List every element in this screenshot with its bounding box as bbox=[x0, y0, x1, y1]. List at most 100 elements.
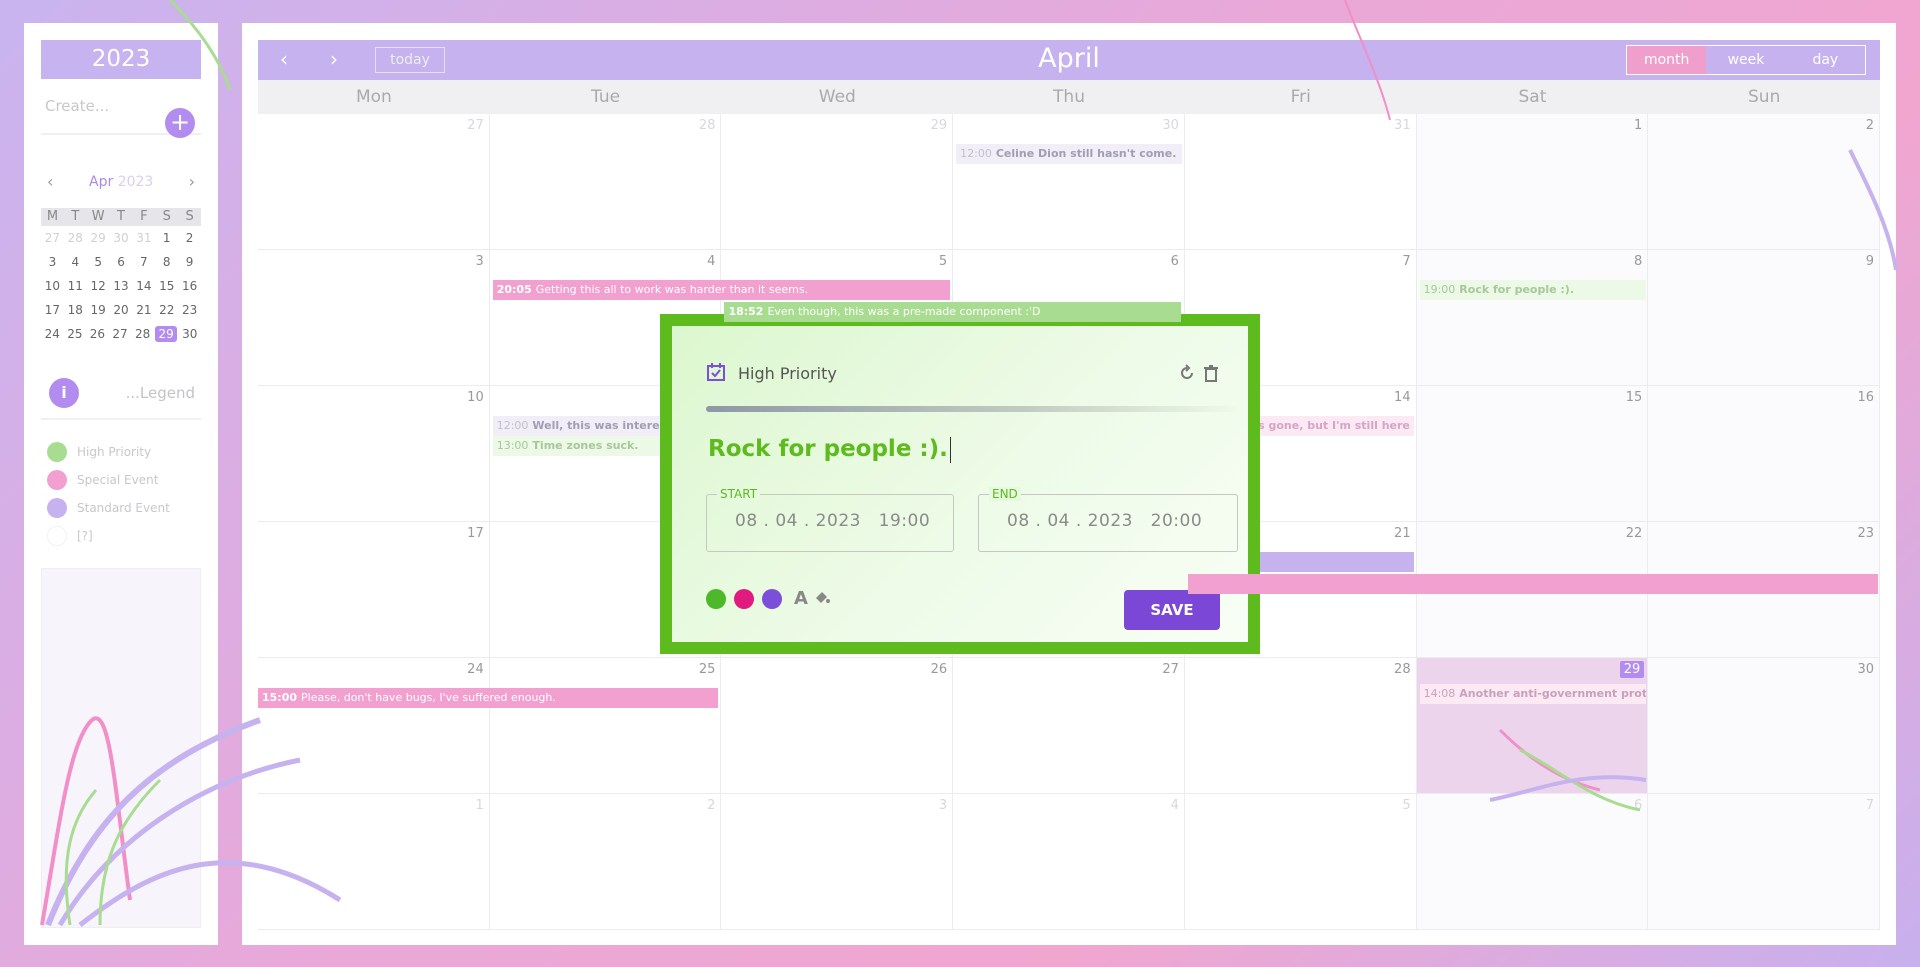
day-cell[interactable]: 30 bbox=[1648, 658, 1881, 793]
day-cell-today[interactable]: 29 14:08Another anti-government protest? bbox=[1416, 658, 1649, 793]
day-cell[interactable]: 8 19:00 Rock for people :). bbox=[1416, 250, 1649, 385]
day-cell[interactable]: 15 bbox=[1416, 386, 1649, 521]
mini-day[interactable]: 11 bbox=[64, 274, 87, 298]
mini-day[interactable]: 20 bbox=[110, 298, 133, 322]
day-cell[interactable]: 7 bbox=[1648, 794, 1881, 929]
mini-day[interactable]: 26 bbox=[86, 322, 109, 346]
mini-day[interactable]: 5 bbox=[87, 250, 110, 274]
mini-day[interactable]: 8 bbox=[155, 250, 178, 274]
day-cell[interactable]: 9 bbox=[1648, 250, 1881, 385]
calendar-event[interactable]: 15:00 Please, don't have bugs, I've suffe… bbox=[258, 688, 718, 708]
mini-day[interactable]: 2 bbox=[178, 226, 201, 250]
day-cell[interactable]: 28 bbox=[490, 114, 722, 249]
day-cell[interactable]: 27 bbox=[258, 114, 490, 249]
calendar-event[interactable]: 20:05 Getting this all to work was harder… bbox=[492, 280, 950, 300]
color-option-green[interactable] bbox=[706, 588, 726, 609]
day-number: 25 bbox=[698, 662, 716, 677]
calendar-event[interactable]: 18:52 Even though, this was a pre-made co… bbox=[724, 302, 1182, 322]
event-title-input[interactable]: Rock for people :). bbox=[708, 436, 951, 463]
mini-day[interactable]: 15 bbox=[155, 274, 178, 298]
end-datetime-field[interactable]: END 08 . 04 . 2023 20:00 bbox=[978, 487, 1238, 552]
calendar-event[interactable] bbox=[1187, 574, 1878, 594]
mini-day[interactable]: 7 bbox=[132, 250, 155, 274]
day-cell[interactable]: 24 15:00 Please, don't have bugs, I've su… bbox=[258, 658, 718, 793]
day-cell[interactable]: 3 bbox=[721, 794, 954, 929]
calendar-event[interactable]: 12:00 Celine Dion still hasn't come. bbox=[956, 144, 1183, 164]
create-event-input[interactable] bbox=[45, 93, 165, 119]
day-cell[interactable]: 2 bbox=[1648, 114, 1881, 249]
mini-day[interactable]: 12 bbox=[87, 274, 110, 298]
legend-dot-icon bbox=[47, 498, 67, 518]
fill-color-icon[interactable] bbox=[814, 590, 830, 608]
day-cell[interactable]: 5 bbox=[1185, 794, 1417, 929]
day-cell[interactable]: 4 bbox=[953, 794, 1185, 929]
weekday-header: Mon Tue Wed Thu Fri Sat Sun bbox=[258, 80, 1880, 114]
start-datetime-field[interactable]: START 08 . 04 . 2023 19:00 bbox=[706, 487, 954, 552]
event-time: 19:00 bbox=[1423, 283, 1456, 296]
mini-day[interactable]: 30 bbox=[178, 322, 201, 346]
mini-day[interactable]: 14 bbox=[132, 274, 155, 298]
mini-day[interactable]: 23 bbox=[178, 298, 201, 322]
info-icon[interactable]: i bbox=[49, 378, 79, 408]
day-cell[interactable]: 27 bbox=[953, 658, 1185, 793]
calendar-event[interactable]: 19:00 Rock for people :). bbox=[1419, 280, 1646, 300]
mini-day[interactable]: 6 bbox=[110, 250, 133, 274]
day-number: 17 bbox=[467, 526, 484, 541]
day-cell[interactable]: 1 bbox=[258, 794, 490, 929]
day-cell[interactable]: 1 bbox=[1416, 114, 1649, 249]
mini-day[interactable]: 9 bbox=[178, 250, 201, 274]
color-option-pink[interactable] bbox=[734, 588, 754, 609]
mini-day[interactable]: 28 bbox=[131, 322, 154, 346]
mini-day[interactable]: 27 bbox=[109, 322, 132, 346]
day-cell[interactable]: 10 bbox=[258, 386, 490, 521]
day-cell[interactable]: 31 bbox=[1185, 114, 1417, 249]
mini-day[interactable]: 10 bbox=[41, 274, 64, 298]
start-label: START bbox=[717, 487, 761, 501]
calendar-event[interactable]: 14:08Another anti-government protest? bbox=[1419, 684, 1646, 704]
mini-day[interactable]: 22 bbox=[155, 298, 178, 322]
mini-weekday: T bbox=[117, 209, 125, 224]
legend-list: High Priority Special Event Standard Eve… bbox=[47, 438, 170, 550]
day-cell[interactable]: 25 bbox=[490, 658, 722, 793]
mini-day[interactable]: 25 bbox=[64, 322, 87, 346]
mini-day[interactable]: 27 bbox=[41, 226, 64, 250]
day-cell[interactable]: 3 bbox=[258, 250, 490, 385]
mini-day[interactable]: 4 bbox=[64, 250, 87, 274]
end-label: END bbox=[989, 487, 1021, 501]
day-cell[interactable]: 6 bbox=[1416, 794, 1649, 929]
event-time: 20:05 bbox=[496, 283, 532, 296]
mini-prev-icon[interactable]: ‹ bbox=[47, 172, 53, 191]
mini-day[interactable]: 21 bbox=[132, 298, 155, 322]
mini-day[interactable]: 3 bbox=[41, 250, 64, 274]
day-cell[interactable]: 16 bbox=[1648, 386, 1881, 521]
mini-day[interactable]: 17 bbox=[41, 298, 64, 322]
day-cell[interactable]: 30 12:00 Celine Dion still hasn't come. bbox=[953, 114, 1185, 249]
day-cell[interactable]: 17 bbox=[258, 522, 490, 657]
view-day-button[interactable]: day bbox=[1786, 46, 1865, 74]
mini-day[interactable]: 31 bbox=[132, 226, 155, 250]
mini-day[interactable]: 28 bbox=[64, 226, 87, 250]
view-month-button[interactable]: month bbox=[1627, 46, 1707, 74]
day-cell[interactable]: 26 bbox=[721, 658, 954, 793]
mini-day[interactable]: 29 bbox=[87, 226, 110, 250]
mini-next-icon[interactable]: › bbox=[189, 172, 195, 191]
color-option-purple[interactable] bbox=[762, 588, 782, 609]
day-cell[interactable]: 28 bbox=[1185, 658, 1417, 793]
mini-day[interactable]: 1 bbox=[155, 226, 178, 250]
mini-day[interactable]: 18 bbox=[64, 298, 87, 322]
mini-day[interactable]: 16 bbox=[178, 274, 201, 298]
mini-day[interactable]: 13 bbox=[110, 274, 133, 298]
mini-day[interactable]: 19 bbox=[87, 298, 110, 322]
mini-day[interactable]: 30 bbox=[110, 226, 133, 250]
day-cell[interactable]: 2 bbox=[490, 794, 722, 929]
trash-icon[interactable] bbox=[1202, 364, 1220, 386]
day-cell[interactable]: 29 bbox=[721, 114, 954, 249]
mini-day[interactable]: 24 bbox=[41, 322, 64, 346]
mini-day-today[interactable]: 29 bbox=[154, 326, 178, 342]
day-number: 31 bbox=[1394, 118, 1411, 133]
text-color-icon[interactable]: A bbox=[794, 588, 808, 609]
view-week-button[interactable]: week bbox=[1706, 46, 1785, 74]
add-event-button[interactable]: + bbox=[165, 108, 195, 138]
refresh-icon[interactable] bbox=[1178, 364, 1196, 386]
save-button[interactable]: SAVE bbox=[1124, 590, 1220, 630]
